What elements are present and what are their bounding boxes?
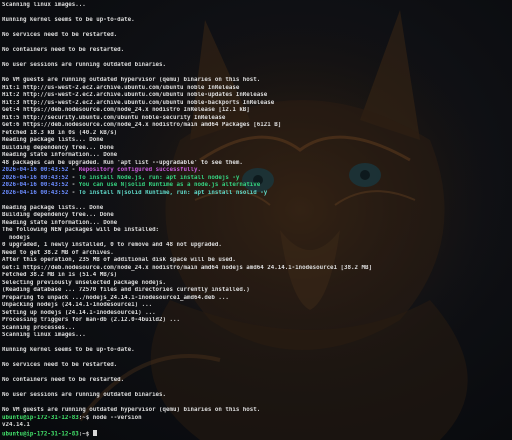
output-line: Scanning linux images... xyxy=(2,2,86,8)
output-line: Hit:2 http://us-west-2.ec2.archive.ubunt… xyxy=(2,92,268,98)
output-line: Hit:5 http://security.ubuntu.com/ubuntu … xyxy=(2,114,226,121)
output-line: Get:6 https://deb.nodesource.com/node_24… xyxy=(2,122,282,128)
cursor-block[interactable] xyxy=(92,429,97,436)
output-line: Selecting previously unselected package … xyxy=(2,279,167,286)
log-timestamp: 2026-04-16 00:43:52 xyxy=(2,167,69,173)
output-line: Scanning linux images... xyxy=(2,332,86,338)
output-line: Hit:3 http://us-west-2.ec2.archive.ubunt… xyxy=(2,99,275,106)
output-line: 0 upgraded, 1 newly installed, 0 to remo… xyxy=(2,242,222,248)
terminal-window[interactable]: Scanning linux images... Running kernel s… xyxy=(0,0,512,440)
output-line: Scanning processes... xyxy=(2,324,76,331)
output-line: Reading state information... Done xyxy=(2,152,118,158)
log-line: 2026-04-16 00:43:52 - To install Node.js… xyxy=(2,175,510,183)
output-line: Reading package lists... Done xyxy=(2,204,104,211)
output-line: Fetched 38.2 MB in 1s (51.4 MB/s) xyxy=(2,272,118,278)
output-line: Get:1 https://deb.nodesource.com/node_24… xyxy=(2,264,372,271)
log-message: To install N|solid Runtime, run: apt ins… xyxy=(78,189,268,196)
prompt-user-host: ubuntu@ip-172-31-12-83 xyxy=(2,431,79,437)
output-line: No containers need to be restarted. xyxy=(2,377,125,383)
output-line: No user sessions are running outdated bi… xyxy=(2,62,167,68)
log-line: 2026-04-16 00:43:52 - You can use N|soli… xyxy=(2,182,510,190)
log-timestamp: 2026-04-16 00:43:52 xyxy=(2,174,69,181)
log-timestamp: 2026-04-16 00:43:52 xyxy=(2,182,69,188)
output-line: No VM guests are running outdated hyperv… xyxy=(2,407,261,413)
output-line: 48 packages can be upgraded. Run 'apt li… xyxy=(2,159,243,166)
output-line: No user sessions are running outdated bi… xyxy=(2,392,167,398)
log-message: Repository configured successfully. xyxy=(78,167,201,173)
output-line: Get:4 https://deb.nodesource.com/node_24… xyxy=(2,107,250,113)
log-separator: - xyxy=(68,174,79,181)
log-separator: - xyxy=(68,189,79,196)
output-line: No services need to be restarted. xyxy=(2,32,118,38)
log-separator: - xyxy=(68,182,79,188)
output-line: Reading state information... Done xyxy=(2,219,118,226)
log-timestamp: 2026-04-16 00:43:52 xyxy=(2,189,69,196)
shell-prompt-line: ubuntu@ip-172-31-12-83:~$ node --version xyxy=(2,415,510,423)
log-line: 2026-04-16 00:43:52 - Repository configu… xyxy=(2,167,510,175)
entered-command: node --version xyxy=(92,414,142,421)
shell-prompt-line[interactable]: ubuntu@ip-172-31-12-83:~$ xyxy=(2,429,510,437)
log-separator: - xyxy=(68,167,79,173)
output-line: Setting up nodejs (24.14.1-1nodesource1)… xyxy=(2,309,156,316)
output-line: Running kernel seems to be up-to-date. xyxy=(2,347,135,353)
output-line: Reading package lists... Done xyxy=(2,137,104,143)
log-message: To install Node.js, run: apt install nod… xyxy=(78,174,240,181)
output-line: Building dependency tree... Done xyxy=(2,212,114,218)
output-line: The following NEW packages will be insta… xyxy=(2,227,160,233)
output-line: (Reading database ... 72570 files and di… xyxy=(2,287,250,293)
output-line: Fetched 18.3 kB in 0s (40.2 kB/s) xyxy=(2,129,118,136)
output-line: Building dependency tree... Done xyxy=(2,144,114,151)
prompt-user-host: ubuntu@ip-172-31-12-83 xyxy=(2,414,79,421)
output-line: Preparing to unpack .../nodejs_24.14.1-1… xyxy=(2,294,229,301)
output-line: Unpacking nodejs (24.14.1-1nodesource1) … xyxy=(2,302,153,308)
terminal-output: Scanning linux images... Running kernel s… xyxy=(2,0,510,440)
output-line: Need to get 38.2 MB of archives. xyxy=(2,249,114,256)
output-line: Hit:1 http://us-west-2.ec2.archive.ubunt… xyxy=(2,84,240,91)
log-line: 2026-04-16 00:43:52 - To install N|solid… xyxy=(2,190,510,198)
output-line: After this operation, 235 MB of addition… xyxy=(2,257,236,263)
output-line: No VM guests are running outdated hyperv… xyxy=(2,77,261,83)
prompt-separator: :~$ xyxy=(78,431,93,437)
output-line: No services need to be restarted. xyxy=(2,362,118,368)
output-line: Processing triggers for man-db (2.12.0-4… xyxy=(2,317,180,323)
output-line: nodejs xyxy=(2,234,30,241)
output-line: Running kernel seems to be up-to-date. xyxy=(2,17,135,23)
output-line: No containers need to be restarted. xyxy=(2,47,125,53)
command-output: v24.14.1 xyxy=(2,422,30,428)
prompt-separator: :~$ xyxy=(78,414,93,421)
log-message: You can use N|solid Runtime as a node.js… xyxy=(78,182,261,188)
